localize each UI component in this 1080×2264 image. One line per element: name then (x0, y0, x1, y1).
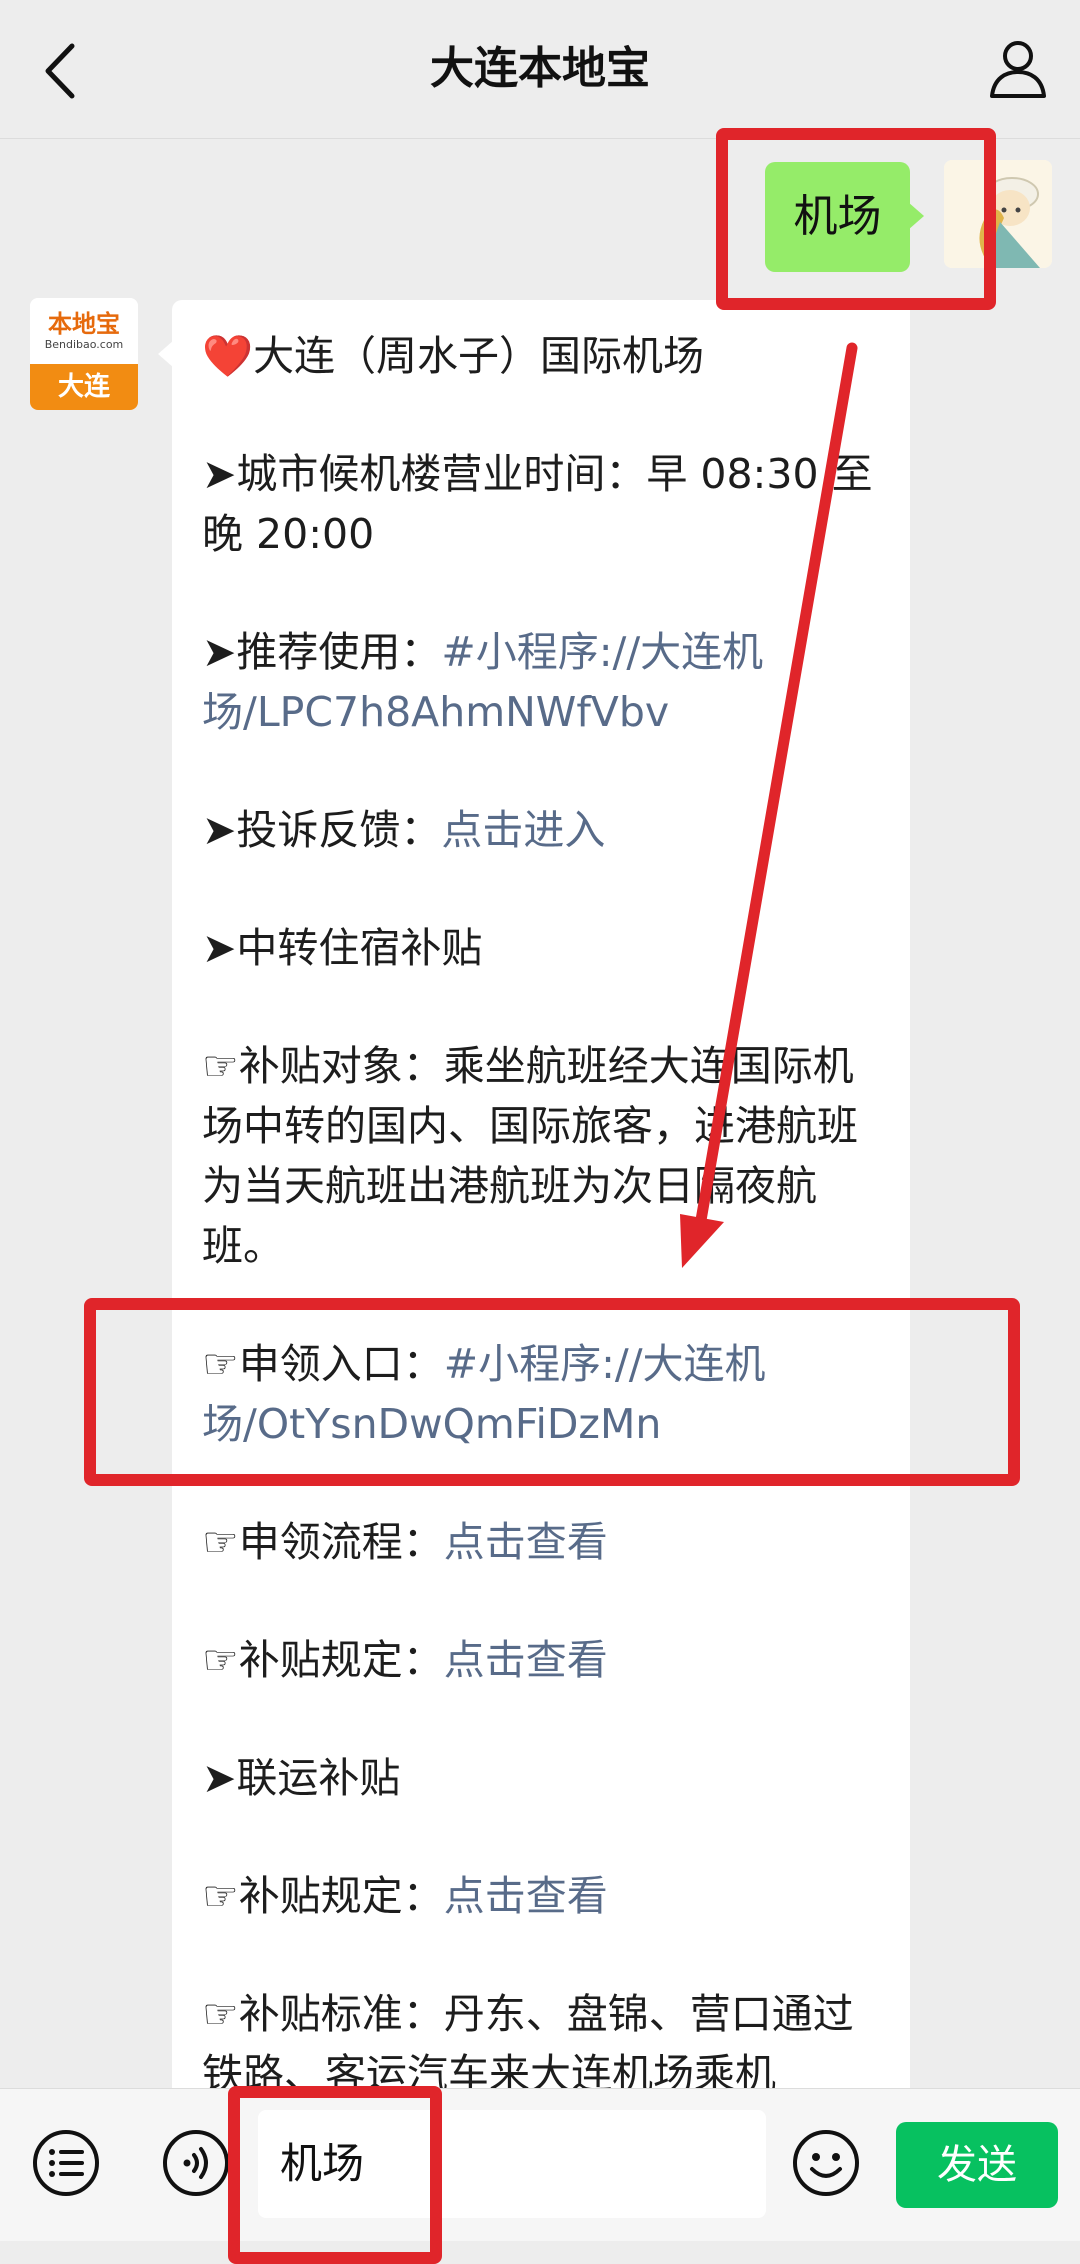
message-gap (202, 978, 892, 1036)
bullet-icon: ☞ (202, 1042, 239, 1090)
message-line: ❤️大连（周水子）国际机场 (202, 326, 892, 386)
page-title: 大连本地宝 (430, 43, 650, 94)
bullet-icon: ❤️ (202, 332, 254, 380)
bullet-icon: ➤ (202, 628, 237, 676)
message-gap (202, 386, 892, 444)
bot-avatar[interactable]: 本地宝 Bendibao.com 大连 (30, 298, 138, 410)
message-gap (202, 1572, 892, 1630)
message-line: ☞ 申领流程：点击查看 (202, 1512, 892, 1572)
message-gap (202, 1808, 892, 1866)
message-link[interactable]: 点击查看 (444, 1872, 608, 1920)
bullet-icon: ☞ (202, 1990, 239, 2038)
message-gap (202, 1690, 892, 1748)
annotation-box-bottom (228, 2086, 442, 2264)
bullet-icon: ☞ (202, 1636, 239, 1684)
logo-city: 大连 (30, 364, 138, 410)
bullet-icon: ➤ (202, 806, 237, 854)
list-icon[interactable] (30, 2127, 102, 2199)
message-line: ➤ 推荐使用：#小程序://大连机场/LPC7h8AhmNWfVbv (202, 622, 892, 742)
message-gap (202, 860, 892, 918)
bullet-icon: ➤ (202, 450, 237, 498)
bot-message-bubble: ❤️大连（周水子）国际机场 ➤ 城市候机楼营业时间：早 08:30 至晚 20:0… (158, 300, 910, 2100)
message-text: 推荐使用： (236, 628, 442, 676)
bullet-icon: ☞ (202, 1872, 239, 1920)
message-text: 投诉反馈： (236, 806, 442, 854)
message-text: 申领流程： (238, 1518, 444, 1566)
message-gap (202, 564, 892, 622)
message-text: 补贴标准：丹东、盘锦、营口通过铁路、客运汽车来大连机场乘机 (202, 1990, 854, 2098)
annotation-box-middle (84, 1298, 1020, 1486)
message-gap (202, 742, 892, 800)
message-text: 补贴对象：乘坐航班经大连国际机场中转的国内、国际旅客，进港航班为当天航班出港航班… (202, 1042, 858, 1270)
message-line: ➤ 投诉反馈：点击进入 (202, 800, 892, 860)
message-text: 补贴规定： (238, 1872, 444, 1920)
bullet-icon: ☞ (202, 1518, 239, 1566)
logo-text: 本地宝 (48, 310, 120, 338)
message-text: 城市候机楼营业时间：早 08:30 至晚 20:00 (202, 450, 873, 558)
message-line: ☞ 补贴规定：点击查看 (202, 1866, 892, 1926)
bot-message-content: ❤️大连（周水子）国际机场 ➤ 城市候机楼营业时间：早 08:30 至晚 20:0… (202, 326, 892, 2104)
person-icon[interactable] (986, 36, 1050, 100)
message-link[interactable]: 点击查看 (444, 1636, 608, 1684)
annotation-box-top (716, 128, 996, 310)
message-text: 联运补贴 (236, 1754, 401, 1802)
message-text: 补贴规定： (238, 1636, 444, 1684)
send-button[interactable]: 发送 (896, 2122, 1058, 2208)
message-gap (202, 1926, 892, 1984)
message-line: ☞ 补贴对象：乘坐航班经大连国际机场中转的国内、国际旅客，进港航班为当天航班出港… (202, 1036, 892, 1276)
message-link[interactable]: 点击进入 (441, 806, 605, 854)
bullet-icon: ➤ (202, 924, 237, 972)
message-line: ➤ 中转住宿补贴 (202, 918, 892, 978)
message-text: 大连（周水子）国际机场 (253, 332, 705, 380)
bullet-icon: ➤ (202, 1754, 237, 1802)
message-text: 中转住宿补贴 (236, 924, 483, 972)
smiley-icon[interactable] (790, 2127, 862, 2199)
top-bar: 大连本地宝 (0, 0, 1080, 139)
message-line: ➤ 城市候机楼营业时间：早 08:30 至晚 20:00 (202, 444, 892, 564)
message-line: ☞ 补贴规定：点击查看 (202, 1630, 892, 1690)
message-link[interactable]: 点击查看 (444, 1518, 608, 1566)
logo-url: Bendibao.com (44, 338, 124, 351)
message-line: ➤ 联运补贴 (202, 1748, 892, 1808)
voice-icon[interactable] (160, 2127, 232, 2199)
